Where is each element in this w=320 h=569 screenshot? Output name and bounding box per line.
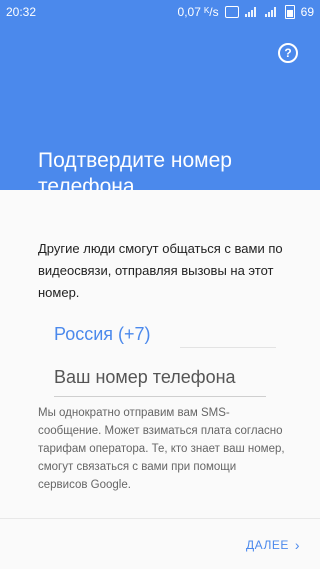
status-bar: 20:32 0,07 ᴷ/s 69: [0, 0, 320, 24]
network-speed: 0,07 ᴷ/s: [177, 5, 219, 19]
country-underline: [180, 347, 276, 348]
status-icons: 0,07 ᴷ/s 69: [178, 5, 314, 19]
chevron-right-icon: ›: [294, 537, 300, 553]
country-selector[interactable]: Россия (+7): [54, 324, 151, 345]
sim-icon: [224, 6, 239, 18]
next-button[interactable]: ДАЛЕЕ ›: [246, 537, 300, 553]
help-icon[interactable]: ?: [278, 43, 298, 63]
signal-icon: [244, 7, 259, 17]
sms-note: Мы однократно отправим вам SMS-сообщение…: [38, 407, 285, 491]
signal-icon-2: [264, 7, 279, 17]
battery-icon: [284, 5, 295, 19]
status-time: 20:32: [6, 5, 37, 19]
phone-number-field[interactable]: Ваш номер телефона: [54, 367, 266, 397]
next-button-label: ДАЛЕЕ: [246, 538, 289, 552]
description-text: Другие люди смогут общаться с вами по ви…: [38, 241, 283, 300]
battery-level: 69: [300, 5, 314, 19]
footer-divider: [0, 518, 320, 519]
